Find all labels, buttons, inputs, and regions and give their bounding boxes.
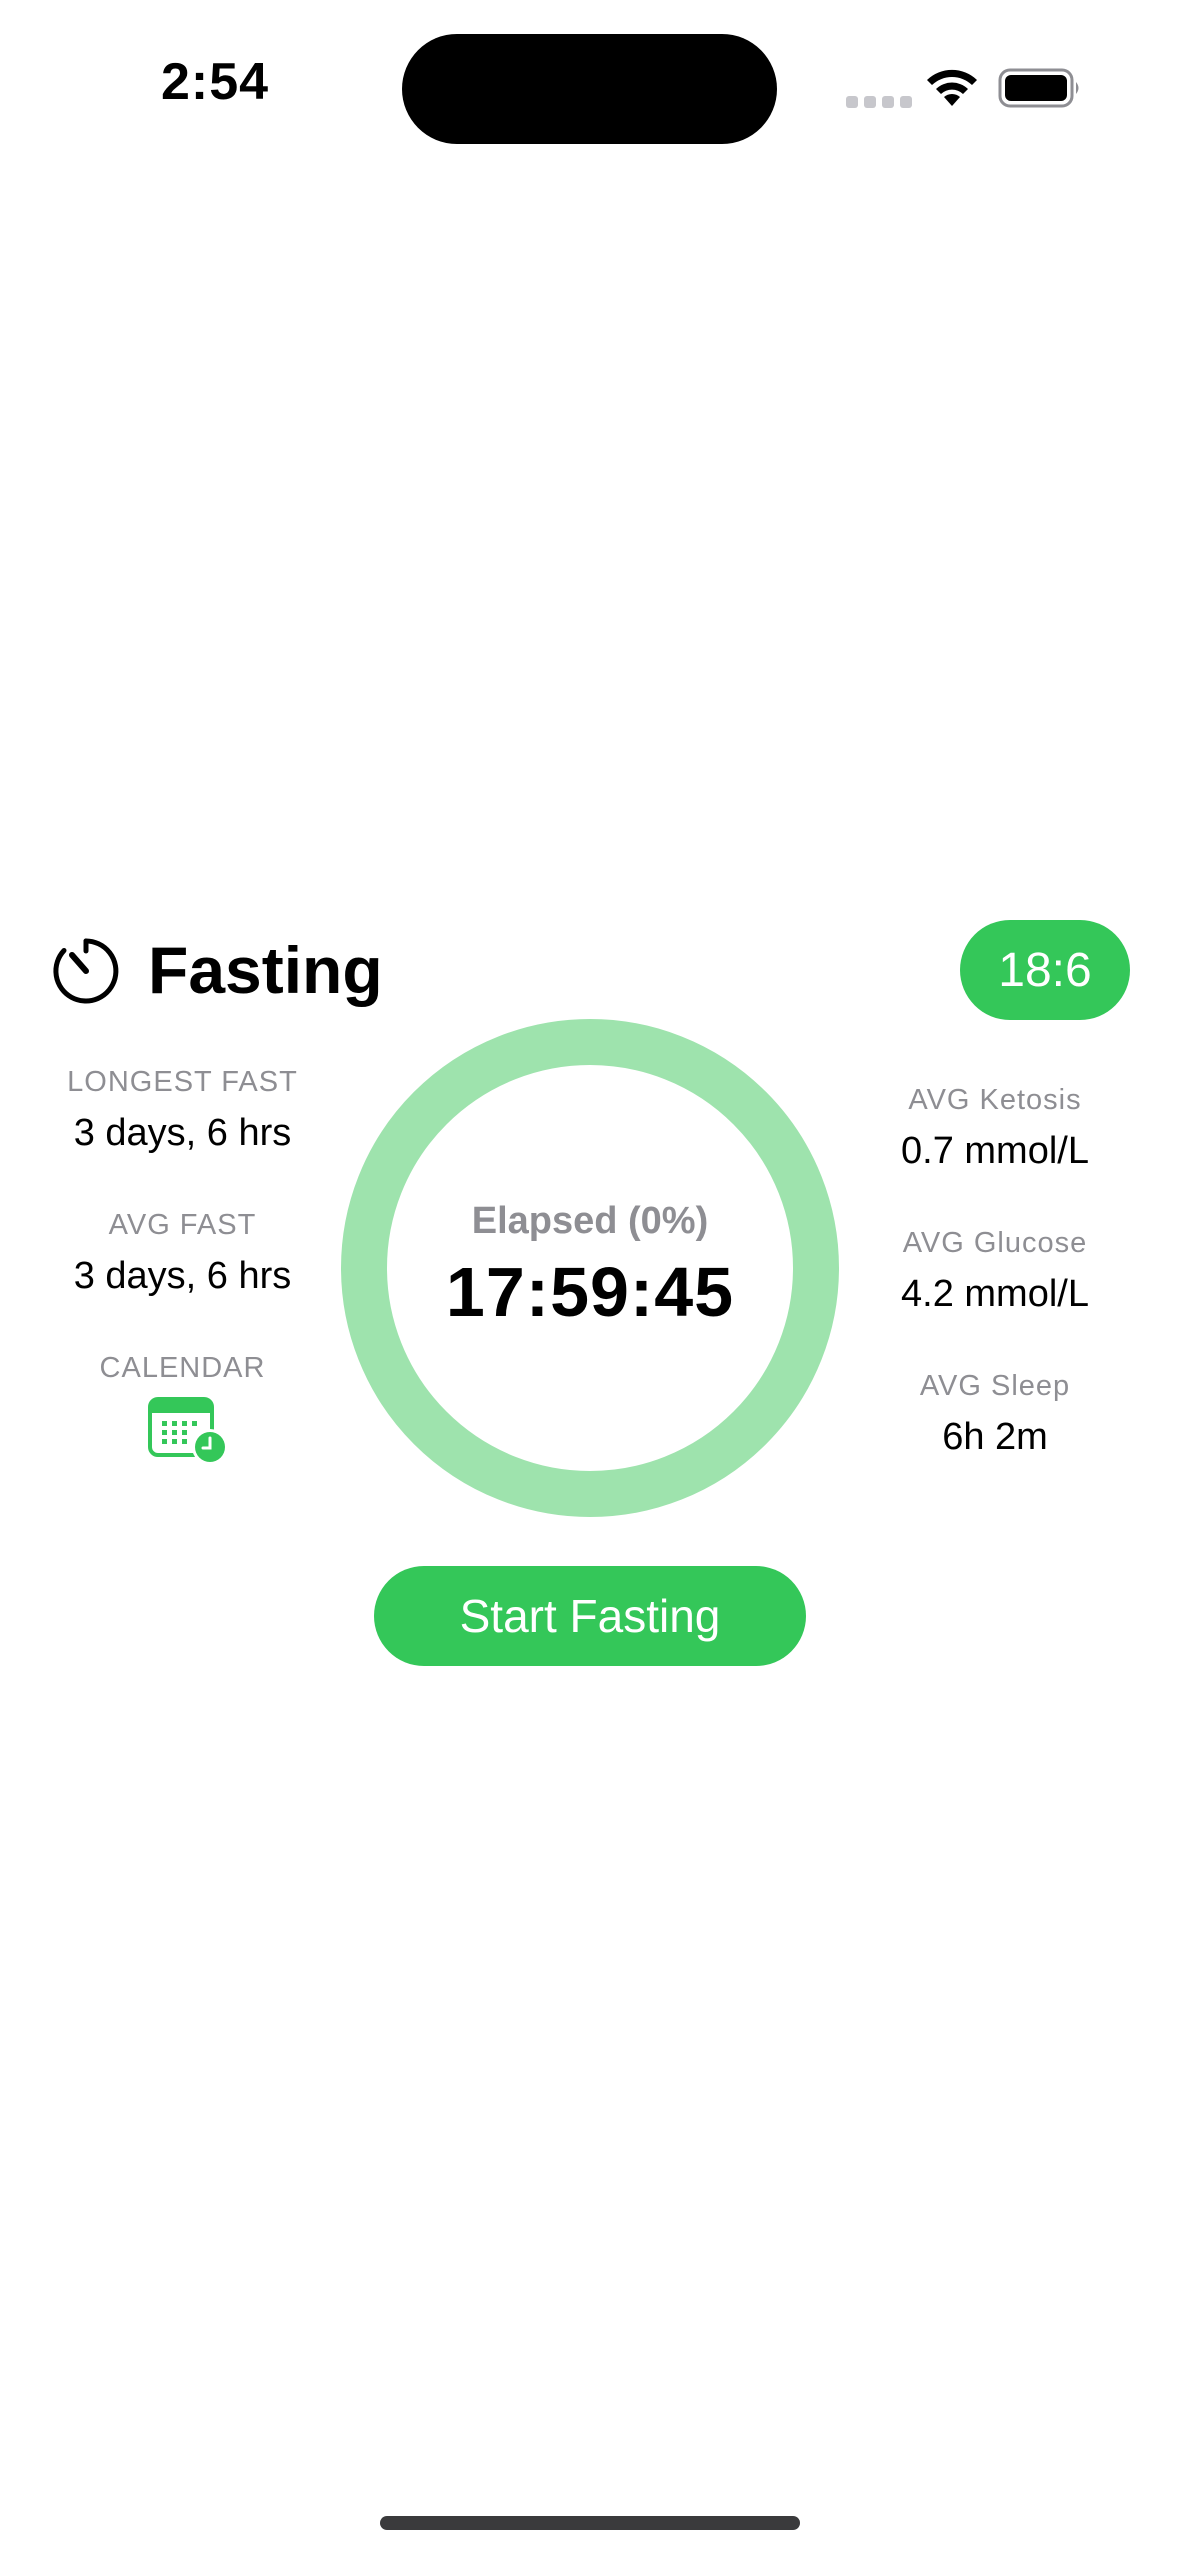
- start-fasting-button[interactable]: Start Fasting: [374, 1566, 806, 1666]
- avg-glucose-stat: AVG Glucose 4.2 mmol/L: [860, 1223, 1130, 1321]
- elapsed-time: 17:59:45: [445, 1253, 735, 1331]
- avg-ketosis-value: 0.7 mmol/L: [901, 1130, 1089, 1172]
- avg-fast-value: 3 days, 6 hrs: [73, 1255, 292, 1297]
- avg-sleep-stat: AVG Sleep 6h 2m: [860, 1366, 1130, 1464]
- avg-sleep-label: AVG Sleep: [919, 1370, 1071, 1402]
- wifi-icon: [927, 69, 977, 106]
- avg-ketosis-label: AVG Ketosis: [908, 1084, 1082, 1116]
- page-title: Fasting: [148, 933, 383, 1007]
- home-indicator[interactable]: [380, 2516, 800, 2530]
- dynamic-island: [402, 34, 777, 144]
- calendar-label: CALENDAR: [99, 1352, 266, 1384]
- longest-fast-stat: LONGEST FAST 3 days, 6 hrs: [40, 1062, 325, 1160]
- status-time: 2:54: [160, 53, 270, 111]
- cellular-signal-icon: [846, 96, 912, 108]
- fasting-screen: 2:54 Fasting 18:6 LONGEST FAST 3 days, 6…: [0, 0, 1179, 2556]
- avg-sleep-value: 6h 2m: [942, 1416, 1048, 1458]
- elapsed-label: Elapsed (0%): [471, 1200, 709, 1242]
- battery-icon: [998, 68, 1079, 108]
- longest-fast-label: LONGEST FAST: [67, 1066, 298, 1098]
- timer-icon: [53, 938, 119, 1004]
- calendar-stat: CALENDAR: [40, 1348, 325, 1388]
- longest-fast-value: 3 days, 6 hrs: [73, 1112, 292, 1154]
- avg-fast-stat: AVG FAST 3 days, 6 hrs: [40, 1205, 325, 1303]
- avg-glucose-value: 4.2 mmol/L: [901, 1273, 1089, 1315]
- avg-fast-label: AVG FAST: [108, 1209, 257, 1241]
- avg-glucose-label: AVG Glucose: [902, 1227, 1088, 1259]
- calendar-clock-icon[interactable]: [148, 1395, 230, 1467]
- fasting-plan-button[interactable]: 18:6: [960, 920, 1130, 1020]
- avg-ketosis-stat: AVG Ketosis 0.7 mmol/L: [860, 1080, 1130, 1178]
